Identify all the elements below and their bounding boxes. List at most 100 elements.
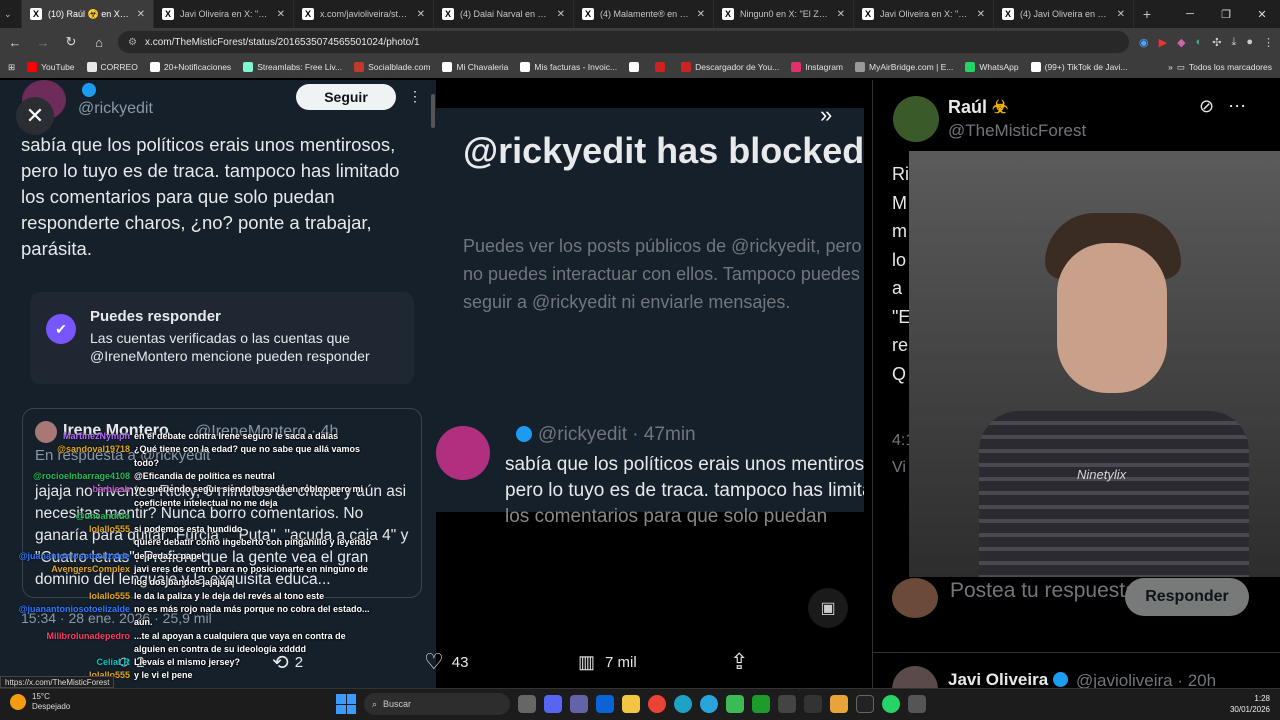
like-count: 43	[451, 653, 469, 671]
extension-icon[interactable]: ▶	[1159, 36, 1167, 49]
author-handle[interactable]: @rickyedit	[78, 100, 153, 118]
chrome-icon[interactable]	[648, 695, 666, 713]
close-tab-icon[interactable]: ✕	[697, 9, 705, 20]
author-handle[interactable]: @TheMisticForest	[948, 121, 1086, 141]
bookmark-item[interactable]: Mi Chavaleria	[442, 62, 508, 72]
browser-tab[interactable]: X Ningun0 en X: "El Zasca q ✕	[714, 0, 854, 28]
more-icon[interactable]: ⋯	[1228, 96, 1246, 117]
author-name[interactable]: Raúl ☣	[948, 97, 1008, 118]
browser-tab[interactable]: X (4) Javi Oliveira en X: "@ti ✕	[994, 0, 1134, 28]
tab-search-button[interactable]: ⌄	[0, 0, 22, 28]
quoted-tweet[interactable]: Irene Montero @IreneMontero · 4h En resp…	[22, 408, 422, 598]
all-bookmarks-button[interactable]: » ▭ Todos los marcadores	[1168, 62, 1272, 73]
menu-icon[interactable]: ⋮	[1263, 36, 1274, 49]
x-icon: X	[582, 8, 594, 20]
bookmark-item[interactable]	[629, 62, 643, 72]
bookmark-favicon-icon	[681, 62, 692, 72]
telegram-icon[interactable]	[700, 695, 718, 713]
bookmark-item[interactable]: Mis facturas - Invoic...	[520, 62, 617, 72]
close-tab-icon[interactable]: ✕	[417, 9, 425, 20]
close-tab-icon[interactable]: ✕	[277, 9, 285, 20]
reload-icon[interactable]: ↻	[62, 34, 80, 50]
avatar[interactable]	[893, 96, 939, 142]
app-icon[interactable]	[752, 695, 770, 713]
bar-chart-icon: ▥	[578, 651, 596, 672]
back-icon[interactable]: ←	[6, 35, 24, 50]
repost-icon: ⟲	[272, 651, 289, 674]
clock[interactable]: 1:28 30/01/2026	[1230, 693, 1270, 715]
reply-item[interactable]: Javi Oliveira @javioliveira · 20h	[892, 666, 1280, 688]
follow-button[interactable]: Seguir	[296, 84, 396, 110]
close-tab-icon[interactable]: ✕	[137, 9, 145, 20]
apps-grid-icon[interactable]: ⊞	[8, 62, 15, 73]
scrollbar-thumb[interactable]	[431, 94, 435, 128]
forward-icon[interactable]: →	[34, 35, 52, 50]
restore-icon[interactable]: ❐	[1208, 8, 1244, 21]
bookmark-item[interactable]	[655, 62, 669, 72]
share-button[interactable]: ⇪	[730, 649, 748, 675]
browser-tab[interactable]: X Javi Oliveira en X: "@Arca ✕	[154, 0, 294, 28]
close-tab-icon[interactable]: ✕	[557, 9, 565, 20]
bookmark-item[interactable]: CORREO	[86, 62, 138, 72]
close-tab-icon[interactable]: ✕	[977, 9, 985, 20]
bookmark-item[interactable]: Socialblade.com	[354, 62, 430, 72]
taskbar-search[interactable]: ⌕ Buscar	[364, 693, 510, 715]
bookmark-item[interactable]: 20+Notificaciones	[149, 62, 231, 72]
close-icon[interactable]: ✕	[16, 97, 54, 135]
bookmark-item[interactable]: YouTube	[27, 62, 75, 72]
home-icon[interactable]: ⌂	[90, 35, 108, 50]
browser-tab[interactable]: X (4) Dalai Narval en X: "ode ✕	[434, 0, 574, 28]
close-tab-icon[interactable]: ✕	[1117, 9, 1125, 20]
teams-icon[interactable]	[570, 695, 588, 713]
app-icon[interactable]	[804, 695, 822, 713]
app-icon[interactable]	[778, 695, 796, 713]
url-input[interactable]: ⚙ x.com/TheMisticForest/status/201653507…	[118, 31, 1280, 716]
profile-avatar[interactable]: ●	[1246, 36, 1253, 49]
close-tab-icon[interactable]: ✕	[837, 9, 845, 20]
temperature: 15°C	[32, 692, 50, 701]
chevrons-right-icon[interactable]: »	[820, 102, 832, 128]
bookmark-item[interactable]: Descargador de You...	[681, 62, 779, 72]
app-icon[interactable]	[726, 695, 744, 713]
whatsapp-icon[interactable]	[882, 695, 900, 713]
reply-input[interactable]: Postea tu respuesta	[950, 578, 1137, 604]
responder-button[interactable]: Responder	[1125, 578, 1249, 616]
repost-button[interactable]: ⟲ 2	[272, 650, 303, 675]
discord-icon[interactable]	[544, 695, 562, 713]
edge-icon[interactable]	[674, 695, 692, 713]
extension-icon[interactable]: ◐	[1196, 36, 1203, 49]
new-tab-button[interactable]: +	[1134, 6, 1160, 22]
browser-tab[interactable]: X Javi Oliveira en X: "Si hon ✕	[854, 0, 994, 28]
image-icon[interactable]: ▣	[808, 588, 848, 628]
tweet-text: sabía que los políticos erais unos menti…	[21, 134, 400, 259]
extension-icon[interactable]: ◉	[1139, 36, 1149, 49]
task-view-icon[interactable]	[518, 695, 536, 713]
download-icon[interactable]: ⤓	[1231, 36, 1236, 49]
browser-tab[interactable]: Xx.com/javioliveira/status/... ✕	[294, 0, 434, 28]
minimize-icon[interactable]: ─	[1172, 8, 1208, 21]
browser-tab[interactable]: X (4) Malamente® en X: "Tr ✕	[574, 0, 714, 28]
app-icon[interactable]	[830, 695, 848, 713]
puzzle-icon[interactable]: ✣	[1212, 36, 1221, 49]
app-icon[interactable]	[908, 695, 926, 713]
bookmark-item[interactable]: Instagram	[791, 62, 843, 72]
browser-tab[interactable]: X (10) Raúl ☣️ en X: "Ricky ✕	[22, 0, 154, 28]
more-options-icon[interactable]: ⋮	[408, 88, 422, 105]
windows-start-icon[interactable]	[336, 694, 356, 714]
app-icon[interactable]	[856, 695, 874, 713]
outlook-icon[interactable]	[596, 695, 614, 713]
bookmark-item[interactable]: MyAirBridge.com | E...	[855, 62, 953, 72]
bookmark-item[interactable]: Streamlabs: Free Liv...	[243, 62, 342, 72]
close-window-icon[interactable]: ✕	[1244, 8, 1280, 21]
bookmark-item[interactable]: WhatsApp	[965, 62, 1019, 72]
file-explorer-icon[interactable]	[622, 695, 640, 713]
extension-icon[interactable]: ◆	[1177, 36, 1185, 49]
reply-restriction-box: ✔ Puedes responder Las cuentas verificad…	[30, 292, 414, 384]
like-button[interactable]: ♡ 43	[424, 649, 468, 675]
site-info-icon[interactable]: ⚙	[128, 37, 137, 48]
views-button[interactable]: ▥ 7 mil	[578, 652, 637, 673]
bookmark-item[interactable]: (99+) TikTok de Javi...	[1030, 62, 1128, 72]
weather-widget[interactable]: 15°C Despejado	[10, 692, 70, 712]
reply-button[interactable]: ○ 2	[118, 651, 144, 674]
grok-icon[interactable]: ⊘	[1199, 96, 1214, 117]
